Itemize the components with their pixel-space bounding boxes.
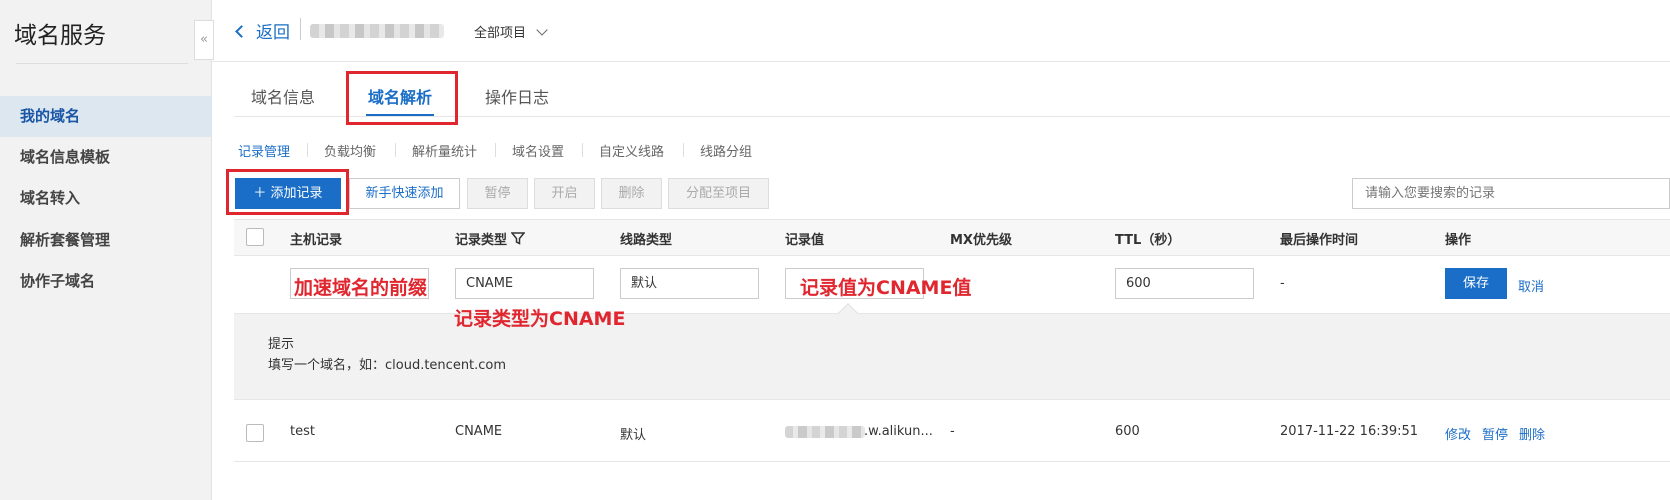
subtab-line-group[interactable]: 线路分组 [700,141,752,160]
sidebar-item-sub-domain[interactable]: 协作子域名 [0,261,212,302]
sidebar-item-domain-template[interactable]: 域名信息模板 [0,137,212,178]
col-record-value: 记录值 [785,233,825,248]
subtab-divider [582,143,583,157]
col-record-type-label: 记录类型 [455,233,508,248]
double-chevron-left-icon: « [200,32,208,47]
subtab-divider [495,143,496,157]
edit-link[interactable]: 修改 [1445,424,1471,443]
delete-button[interactable]: 删除 [601,178,662,209]
subtab-divider [395,143,396,157]
line-type-select[interactable]: 默认 [620,268,759,299]
record-type-select[interactable]: CNAME [455,268,594,299]
sidebar: 域名服务 我的域名 域名信息模板 域名转入 解析套餐管理 协作子域名 [0,0,212,500]
row-time: 2017-11-22 16:39:51 [1280,424,1419,439]
row-type: CNAME [455,424,503,439]
col-mx-priority: MX优先级 [950,233,1012,248]
row-value: .w.alikun... [864,424,933,439]
annotation-host-prefix: 加速域名的前缀 [294,277,428,299]
collapse-sidebar-button[interactable]: « [194,20,214,60]
row-line: 默认 [620,428,647,443]
col-ttl: TTL（秒） [1115,233,1181,248]
row-host: test [290,424,315,439]
chevron-down-icon [536,24,548,36]
back-link[interactable]: 返回 [234,18,290,43]
subtab-resolution-stats[interactable]: 解析量统计 [412,141,477,160]
subtab-custom-line[interactable]: 自定义线路 [599,141,664,160]
col-last-modified: 最后操作时间 [1280,233,1359,248]
row-checkbox[interactable] [246,424,264,442]
enable-button[interactable]: 开启 [534,178,595,209]
project-select-label: 全部项目 [474,26,527,41]
delete-link[interactable]: 删除 [1519,424,1545,443]
subtab-load-balance[interactable]: 负载均衡 [324,141,376,160]
sidebar-item-dns-package[interactable]: 解析套餐管理 [0,220,212,261]
highlight-box-tab [346,71,458,125]
back-label: 返回 [256,23,290,43]
select-all-checkbox[interactable] [246,228,264,246]
col-line-type: 线路类型 [620,233,673,248]
pause-link[interactable]: 暂停 [1482,424,1508,443]
sidebar-item-my-domains[interactable]: 我的域名 [0,96,212,137]
annotation-record-type: 记录类型为CNAME [454,308,626,330]
search-input[interactable] [1352,178,1670,209]
assign-project-button[interactable]: 分配至项目 [668,178,769,209]
row-ttl: 600 [1115,424,1140,439]
annotation-record-value: 记录值为CNAME值 [800,277,972,299]
sidebar-item-domain-transfer[interactable]: 域名转入 [0,178,212,219]
subtab-divider [683,143,684,157]
sidebar-divider [16,63,188,64]
ttl-input[interactable]: 600 [1115,268,1254,299]
pause-button[interactable]: 暂停 [467,178,528,209]
chevron-left-icon [235,25,248,38]
col-actions: 操作 [1445,233,1472,248]
edit-last-time: - [1280,276,1285,291]
subtab-record-management[interactable]: 记录管理 [238,141,290,160]
project-select[interactable]: 全部项目 [474,22,548,41]
hint-title: 提示 [268,337,295,352]
col-host: 主机记录 [290,233,343,248]
col-record-type[interactable]: 记录类型 [455,229,526,248]
filter-icon[interactable] [511,231,526,245]
sidebar-title: 域名服务 [14,23,106,49]
cancel-link[interactable]: 取消 [1518,276,1544,295]
row-mx: - [950,424,955,439]
blurred-domain-name [310,24,444,38]
quick-add-button[interactable]: 新手快速添加 [349,178,460,209]
row-divider [234,461,1670,462]
tab-domain-info[interactable]: 域名信息 [251,84,315,108]
header-divider-line [212,61,1670,62]
highlight-box-add-record [226,169,349,215]
subtab-divider [307,143,308,157]
subtab-domain-settings[interactable]: 域名设置 [512,141,564,160]
hint-text: 填写一个域名，如：cloud.tencent.com [268,358,507,373]
tab-operation-log[interactable]: 操作日志 [485,84,549,108]
header-divider [300,18,301,40]
blurred-record-value [785,426,865,438]
save-button[interactable]: 保存 [1445,268,1507,299]
